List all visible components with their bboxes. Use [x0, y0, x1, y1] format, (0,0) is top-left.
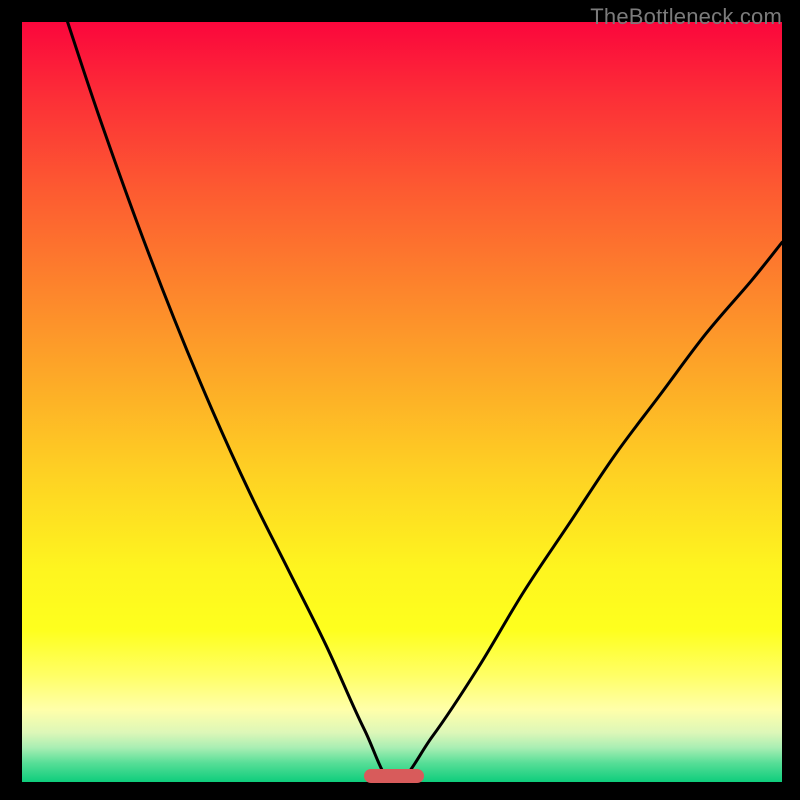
chart-stage: TheBottleneck.com: [0, 0, 800, 800]
bottleneck-curve: [22, 22, 782, 782]
plot-area: [22, 22, 782, 782]
watermark-text: TheBottleneck.com: [590, 4, 782, 30]
optimal-marker: [364, 769, 424, 783]
